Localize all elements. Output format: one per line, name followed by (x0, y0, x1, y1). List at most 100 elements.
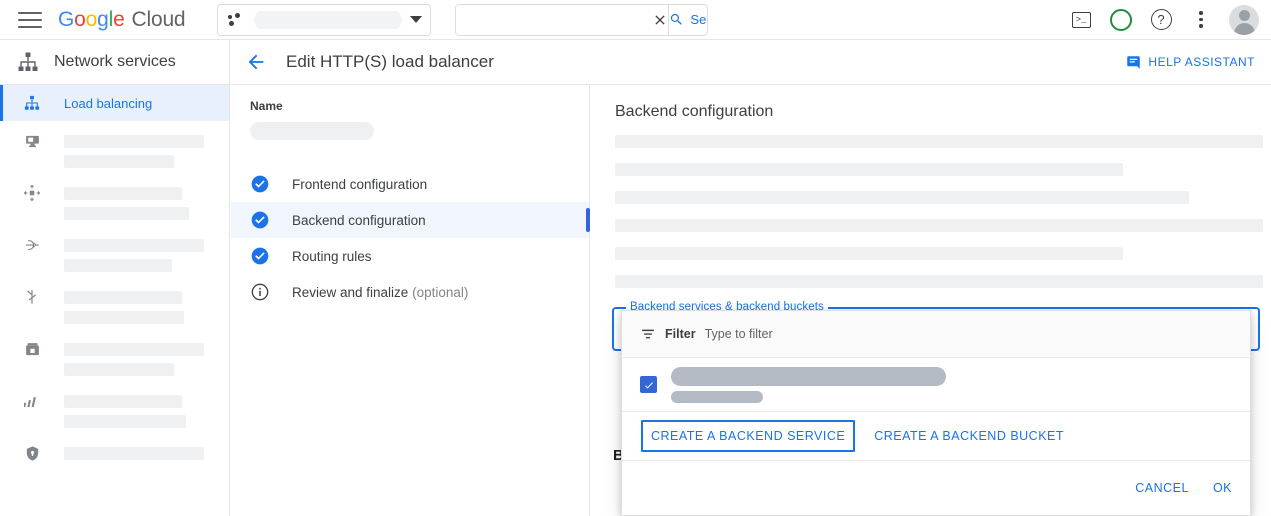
sidebar-placeholder-row[interactable] (0, 179, 229, 207)
cloud-shell-button[interactable]: >_ (1063, 2, 1099, 38)
back-arrow-icon[interactable] (244, 50, 268, 74)
sidebar-item-label: Load balancing (64, 96, 152, 111)
ok-button[interactable]: OK (1213, 481, 1232, 495)
name-input-placeholder[interactable] (250, 122, 374, 140)
list-item-placeholder (671, 367, 946, 403)
project-name-placeholder (254, 11, 402, 29)
create-backend-bucket-button[interactable]: CREATE A BACKEND BUCKET (864, 420, 1074, 452)
list-item-primary-placeholder (671, 367, 946, 386)
sidebar-placeholder-row[interactable] (0, 283, 229, 311)
google-cloud-logo[interactable]: Google Cloud (58, 8, 185, 32)
step-list: Frontend configuration Backend configura… (231, 166, 589, 310)
google-cloud-console: Google Cloud Search >_ (0, 0, 1271, 516)
logo-cloud-text: Cloud (132, 8, 186, 32)
service-directory-icon (22, 287, 42, 307)
sidebar-placeholder-group (0, 121, 229, 467)
help-icon: ? (1151, 9, 1172, 30)
sidebar-placeholder-row[interactable] (0, 439, 229, 467)
search-input[interactable] (456, 5, 652, 35)
sidebar-placeholder-sub (64, 155, 174, 168)
project-selector[interactable] (217, 4, 431, 36)
list-item[interactable] (622, 358, 1250, 412)
sidebar-placeholder-row[interactable] (0, 231, 229, 259)
content-skeleton-bar (615, 163, 1123, 176)
avatar[interactable] (1229, 5, 1259, 35)
list-item-secondary-placeholder (671, 391, 763, 403)
kebab-menu-icon (1199, 11, 1203, 28)
avatar-body (1234, 23, 1255, 35)
cancel-button[interactable]: CANCEL (1135, 481, 1189, 495)
logo-letter-g: G (58, 8, 74, 32)
notification-ring-icon (1110, 9, 1132, 31)
wizard-steps-panel: Name Frontend configuration Backend conf… (231, 85, 590, 516)
network-security-icon (22, 443, 42, 463)
hamburger-menu-icon[interactable] (18, 8, 42, 32)
info-circle-icon (250, 282, 270, 302)
top-bar-icons: >_ ? (1063, 2, 1271, 38)
sidebar-placeholder-sub (64, 415, 186, 428)
sidebar-placeholder-row[interactable] (0, 335, 229, 363)
step-label: Review and finalize (optional) (292, 285, 468, 300)
load-balancing-icon (22, 93, 42, 113)
help-assistant-label: HELP ASSISTANT (1148, 55, 1255, 69)
create-backend-service-button[interactable]: CREATE A BACKEND SERVICE (641, 420, 855, 452)
chevron-down-icon (410, 16, 422, 23)
step-routing-rules[interactable]: Routing rules (231, 238, 589, 274)
logo-letter-o2: o (86, 8, 97, 32)
check-circle-icon (250, 174, 270, 194)
search-button-label: Search (690, 12, 708, 27)
sidebar-item-load-balancing[interactable]: Load balancing (0, 85, 229, 121)
checkmark-icon (643, 379, 655, 391)
cloud-dns-icon (22, 339, 42, 359)
sidebar-placeholder-row[interactable] (0, 387, 229, 415)
content-skeleton-bar (615, 135, 1263, 148)
help-assistant-button[interactable]: HELP ASSISTANT (1126, 55, 1255, 70)
help-button[interactable]: ? (1143, 2, 1179, 38)
filter-input[interactable]: Type to filter (705, 327, 773, 341)
step-review-and-finalize[interactable]: Review and finalize (optional) (231, 274, 589, 310)
backend-services-dropdown: Filter Type to filter CREATE A BACKEND S… (621, 310, 1251, 516)
terminal-icon: >_ (1072, 12, 1091, 28)
project-dots-icon (228, 12, 244, 28)
more-options-button[interactable] (1183, 2, 1219, 38)
step-backend-configuration[interactable]: Backend configuration (231, 202, 589, 238)
search-bar[interactable]: Search (455, 4, 708, 36)
step-label: Backend configuration (292, 213, 426, 228)
step-optional-tag: (optional) (412, 285, 468, 300)
notifications-button[interactable] (1103, 2, 1139, 38)
avatar-head (1239, 10, 1250, 21)
page-title: Edit HTTP(S) load balancer (286, 52, 494, 72)
sidebar-placeholder-bar (64, 447, 204, 460)
service-title-zone: Network services (0, 40, 230, 85)
network-services-icon (16, 50, 40, 74)
step-label: Routing rules (292, 249, 372, 264)
close-icon[interactable] (652, 5, 669, 35)
filter-icon (640, 326, 656, 342)
sidebar-placeholder-bar (64, 135, 204, 148)
check-circle-icon (250, 246, 270, 266)
cloud-nat-icon (22, 183, 42, 203)
sidebar-placeholder-sub (64, 259, 172, 272)
sidebar-placeholder-bar (64, 239, 204, 252)
content-skeleton-bar (615, 191, 1189, 204)
main-heading: Backend configuration (591, 85, 1271, 121)
step-label: Frontend configuration (292, 177, 427, 192)
step-frontend-configuration[interactable]: Frontend configuration (231, 166, 589, 202)
logo-letter-e: e (113, 8, 124, 32)
chat-assistant-icon (1126, 55, 1141, 70)
help-glyph: ? (1157, 12, 1164, 27)
content-skeleton-group (591, 121, 1271, 288)
sidebar-placeholder-row[interactable] (0, 127, 229, 155)
traffic-director-icon (22, 235, 42, 255)
service-name: Network services (54, 53, 176, 71)
filter-row[interactable]: Filter Type to filter (622, 311, 1250, 358)
sidebar-placeholder-bar (64, 343, 204, 356)
checkbox-checked[interactable] (640, 376, 657, 393)
filter-label: Filter (665, 327, 696, 341)
sidebar-placeholder-bar (64, 291, 182, 304)
create-actions-row: CREATE A BACKEND SERVICE CREATE A BACKEN… (622, 412, 1250, 461)
search-button[interactable]: Search (669, 5, 708, 35)
sidebar-placeholder-sub (64, 363, 174, 376)
dialog-actions-row: CANCEL OK (622, 461, 1250, 515)
logo-letter-g2: g (97, 8, 108, 32)
